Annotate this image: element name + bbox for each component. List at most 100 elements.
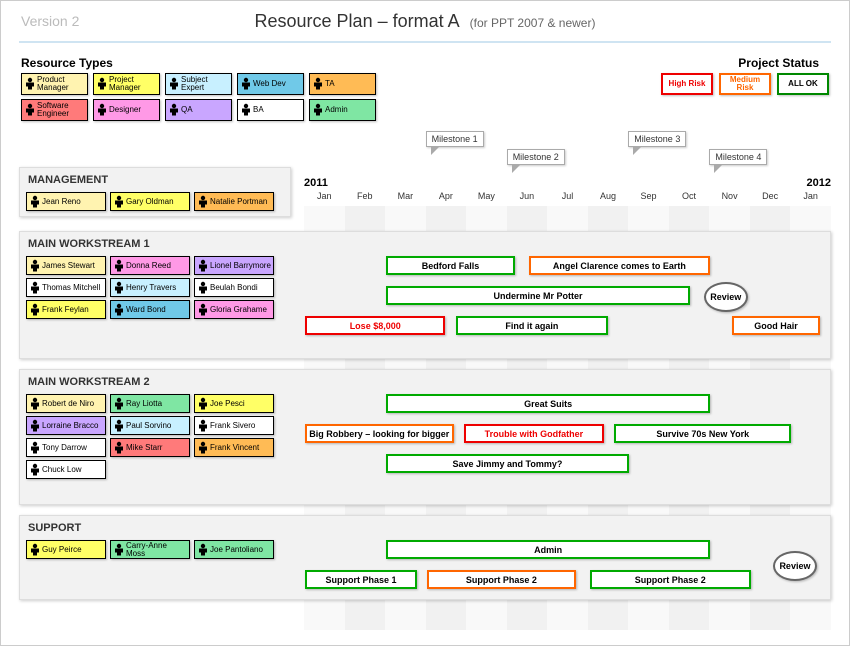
- section-title-ws1: MAIN WORKSTREAM 1: [20, 232, 830, 256]
- month-label: Jul: [547, 191, 588, 201]
- person-icon: [198, 259, 208, 273]
- person-name: Frank Vincent: [210, 444, 272, 452]
- person-icon: [169, 103, 179, 117]
- person-icon: [198, 441, 208, 455]
- person-chip: Jean Reno: [26, 192, 106, 211]
- status-chip-medium-risk: Medium Risk: [719, 73, 771, 95]
- person-name: Frank Feylan: [42, 306, 104, 314]
- month-label: Aug: [588, 191, 629, 201]
- person-chip: Joe Pesci: [194, 394, 274, 413]
- gantt-bar: Support Phase 1: [305, 570, 417, 589]
- person-icon: [30, 441, 40, 455]
- person-icon: [114, 543, 124, 557]
- person-name: Henry Travers: [126, 284, 188, 292]
- person-chip: Frank Sivero: [194, 416, 274, 435]
- page-title: Resource Plan – format A (for PPT 2007 &…: [1, 11, 849, 32]
- person-name: Ray Liotta: [126, 400, 188, 408]
- people-support: Guy Peirce Carry-Anne Moss Joe Pantoliano: [20, 540, 292, 567]
- section-support: SUPPORT Guy Peirce Carry-Anne Moss Joe Pan…: [19, 515, 831, 600]
- milestone-callout: Milestone 1: [426, 131, 484, 155]
- person-icon: [198, 195, 208, 209]
- title-subtitle: (for PPT 2007 & newer): [470, 16, 596, 30]
- people-ws1: James StewartDonna ReedLionel BarrymoreT…: [20, 256, 292, 327]
- resource-type-chip: Software Engineer: [21, 99, 88, 121]
- resource-type-label: Project Manager: [109, 76, 158, 92]
- gantt-bar: Find it again: [456, 316, 609, 335]
- year-end: 2012: [807, 177, 831, 189]
- month-label: Sep: [628, 191, 669, 201]
- gantt-bar: Big Robbery – looking for bigger: [305, 424, 454, 443]
- person-name: Lorraine Bracco: [42, 422, 104, 430]
- person-chip: Lionel Barrymore: [194, 256, 274, 275]
- person-name: Chuck Low: [42, 466, 104, 474]
- person-icon: [30, 281, 40, 295]
- month-label: Nov: [709, 191, 750, 201]
- gantt-ws1: Bedford FallsAngel Clarence comes to Ear…: [305, 256, 830, 354]
- person-chip: Paul Sorvino: [110, 416, 190, 435]
- person-name: Ward Bond: [126, 306, 188, 314]
- person-icon: [198, 281, 208, 295]
- person-icon: [30, 543, 40, 557]
- person-icon: [30, 195, 40, 209]
- project-status-heading: Project Status: [738, 56, 819, 70]
- gantt-support: Admin Support Phase 1 Support Phase 2 Suppo…: [305, 540, 830, 595]
- person-chip: Gloria Grahame: [194, 300, 274, 319]
- milestone-callout: Milestone 2: [507, 149, 565, 173]
- section-title-ws2: MAIN WORKSTREAM 2: [20, 370, 830, 394]
- title-main: Resource Plan – format A: [255, 11, 459, 31]
- status-chip-all-ok: ALL OK: [777, 73, 829, 95]
- person-chip: Joe Pantoliano: [194, 540, 274, 559]
- resource-type-chip: QA: [165, 99, 232, 121]
- person-icon: [114, 281, 124, 295]
- person-name: Beulah Bondi: [210, 284, 272, 292]
- resource-type-chip: Project Manager: [93, 73, 160, 95]
- month-label: Jan: [790, 191, 831, 201]
- year-start: 2011: [304, 177, 328, 189]
- person-chip: Natalie Portman: [194, 192, 274, 211]
- person-icon: [30, 419, 40, 433]
- person-name: Guy Peirce: [42, 546, 104, 554]
- milestone-callout: Milestone 4: [709, 149, 767, 173]
- person-icon: [169, 77, 179, 91]
- person-name: Gloria Grahame: [210, 306, 272, 314]
- resource-type-label: BA: [253, 106, 302, 114]
- person-icon: [30, 463, 40, 477]
- person-chip: Gary Oldman: [110, 192, 190, 211]
- month-label: Feb: [345, 191, 386, 201]
- person-chip: Donna Reed: [110, 256, 190, 275]
- person-icon: [97, 77, 107, 91]
- person-icon: [198, 397, 208, 411]
- person-icon: [198, 303, 208, 317]
- person-icon: [114, 195, 124, 209]
- person-chip: Ward Bond: [110, 300, 190, 319]
- gantt-bar: Admin: [386, 540, 710, 559]
- resource-type-label: Product Manager: [37, 76, 86, 92]
- people-ws2: Robert de Niro Ray Liotta Joe Pesci Lorrain…: [20, 394, 292, 487]
- review-marker: Review: [773, 551, 817, 581]
- gantt-bar: Support Phase 2: [427, 570, 576, 589]
- month-label: Oct: [669, 191, 710, 201]
- person-icon: [25, 77, 35, 91]
- resource-type-chip: Admin: [309, 99, 376, 121]
- person-chip: Carry-Anne Moss: [110, 540, 190, 559]
- gantt-bar: Great Suits: [386, 394, 710, 413]
- person-icon: [114, 397, 124, 411]
- gantt-bar: Bedford Falls: [386, 256, 514, 275]
- milestone-label: Milestone 4: [709, 149, 767, 165]
- person-icon: [241, 77, 251, 91]
- resource-type-chip: Product Manager: [21, 73, 88, 95]
- person-chip: Tony Darrow: [26, 438, 106, 457]
- milestone-label: Milestone 3: [628, 131, 686, 147]
- person-icon: [30, 303, 40, 317]
- section-title-support: SUPPORT: [20, 516, 830, 540]
- person-name: Jean Reno: [42, 198, 104, 206]
- person-chip: Robert de Niro: [26, 394, 106, 413]
- person-chip: Henry Travers: [110, 278, 190, 297]
- gantt-bar: Support Phase 2: [590, 570, 751, 589]
- resource-type-chip: BA: [237, 99, 304, 121]
- resource-type-label: Web Dev: [253, 80, 302, 88]
- person-name: Carry-Anne Moss: [126, 542, 188, 558]
- resource-type-label: TA: [325, 80, 374, 88]
- resource-type-label: Designer: [109, 106, 158, 114]
- person-chip: Ray Liotta: [110, 394, 190, 413]
